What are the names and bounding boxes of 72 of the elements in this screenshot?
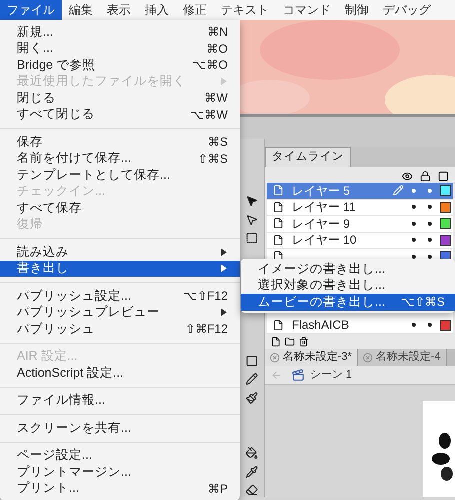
menubar-item[interactable]: コマンド	[276, 0, 338, 20]
transform-tool-icon[interactable]	[245, 232, 259, 245]
menu-item[interactable]: プリント... ⌘P	[0, 480, 240, 497]
new-layer-icon[interactable]	[271, 336, 281, 346]
menubar-item[interactable]: 挿入	[138, 0, 176, 20]
layer-row[interactable]: レイヤー 9	[267, 216, 453, 232]
outline-icon[interactable]	[438, 170, 449, 182]
menubar-item[interactable]: ファイル	[0, 0, 62, 20]
layer-color-swatch[interactable]	[440, 185, 451, 196]
menu-item[interactable]: 書き出し	[0, 260, 240, 277]
trash-icon[interactable]	[299, 336, 309, 346]
menu-item[interactable]: パブリッシュプレビュー	[0, 304, 240, 321]
menu-item[interactable]: スクリーンを共有...	[0, 420, 240, 436]
layer-row[interactable]: レイヤー 11	[267, 200, 453, 216]
paint-bucket-tool-icon[interactable]	[245, 447, 259, 460]
menubar-item[interactable]: デバッグ	[376, 0, 438, 20]
menu-item[interactable]: 選択対象の書き出し...	[241, 278, 455, 294]
menubar-item[interactable]: 修正	[176, 0, 214, 20]
layer-icon	[273, 234, 284, 246]
menu-item[interactable]: 閉じる ⌘W	[0, 90, 240, 106]
document-tab[interactable]: 名称未設定-4	[358, 349, 447, 366]
menubar-item[interactable]: 制御	[338, 0, 376, 20]
layer-color-swatch[interactable]	[440, 202, 451, 213]
lock-icon[interactable]	[420, 170, 431, 182]
menubar-item[interactable]: テキスト	[214, 0, 276, 20]
layer-row[interactable]: レイヤー 10	[267, 232, 453, 249]
folder-icon[interactable]	[285, 336, 295, 346]
menu-item[interactable]: 新規... ⌘N	[0, 24, 240, 40]
layer-icon	[273, 320, 284, 331]
close-icon[interactable]	[270, 352, 280, 362]
menubar-item[interactable]: 編集	[62, 0, 100, 20]
layer-name: レイヤー 11	[292, 199, 357, 216]
rectangle-tool-icon[interactable]	[245, 354, 259, 368]
menu-item[interactable]: パブリッシュ設定... ⌥⇧F12	[0, 288, 240, 304]
layer-row[interactable]: FlashAICB	[267, 318, 453, 334]
menu-item[interactable]: 名前を付けて保存... ⇧⌘S	[0, 150, 240, 167]
menu-item[interactable]: ムービーの書き出し... ⌥⇧⌘S	[241, 294, 455, 310]
layer-icon	[273, 185, 284, 196]
layer-row[interactable]: レイヤー 5	[267, 183, 453, 200]
document-tab[interactable]: 名称未設定-3*	[265, 349, 358, 366]
layer-icon	[273, 202, 284, 213]
menu-item[interactable]: 開く... ⌘O	[0, 40, 240, 57]
eyedropper-tool-icon[interactable]	[245, 466, 259, 478]
layer-icon	[273, 218, 284, 230]
brush-tool-icon[interactable]	[245, 392, 259, 404]
menu-item[interactable]: 読み込み	[0, 244, 240, 260]
menu-item[interactable]: ページ設定...	[0, 448, 240, 464]
menu-item[interactable]: ファイル情報...	[0, 392, 240, 409]
menubar-item[interactable]: 表示	[100, 0, 138, 20]
menu-item[interactable]: プリントマージン...	[0, 464, 240, 480]
eraser-tool-icon[interactable]	[245, 484, 259, 497]
layer-name: レイヤー 9	[292, 216, 352, 233]
timeline-tab[interactable]: タイムライン	[265, 147, 351, 167]
scene-icon	[292, 368, 305, 382]
eye-icon[interactable]	[402, 170, 413, 182]
layer-name: レイヤー 5	[292, 182, 352, 200]
menu-item[interactable]: パブリッシュ ⇧⌘F12	[0, 321, 240, 338]
pencil-tool-icon[interactable]	[245, 373, 259, 386]
layer-color-swatch[interactable]	[440, 320, 451, 331]
menu-item[interactable]: 保存 ⌘S	[0, 134, 240, 150]
layer-name: FlashAICB	[292, 317, 350, 334]
menu-item[interactable]: すべて閉じる ⌥⌘W	[0, 106, 240, 123]
selection-tool-icon[interactable]	[245, 195, 259, 208]
menu-item[interactable]: ActionScript 設定...	[0, 365, 240, 382]
layer-color-swatch[interactable]	[440, 218, 451, 230]
menu-item[interactable]: テンプレートとして保存...	[0, 167, 240, 184]
menu-item[interactable]: すべて保存	[0, 200, 240, 216]
subselection-tool-icon[interactable]	[245, 214, 259, 226]
menu-item[interactable]: イメージの書き出し...	[241, 261, 455, 278]
layer-color-swatch[interactable]	[440, 234, 451, 246]
layer-name: レイヤー 10	[292, 232, 358, 250]
menu-item[interactable]: Bridge で参照 ⌥⌘O	[0, 57, 240, 74]
